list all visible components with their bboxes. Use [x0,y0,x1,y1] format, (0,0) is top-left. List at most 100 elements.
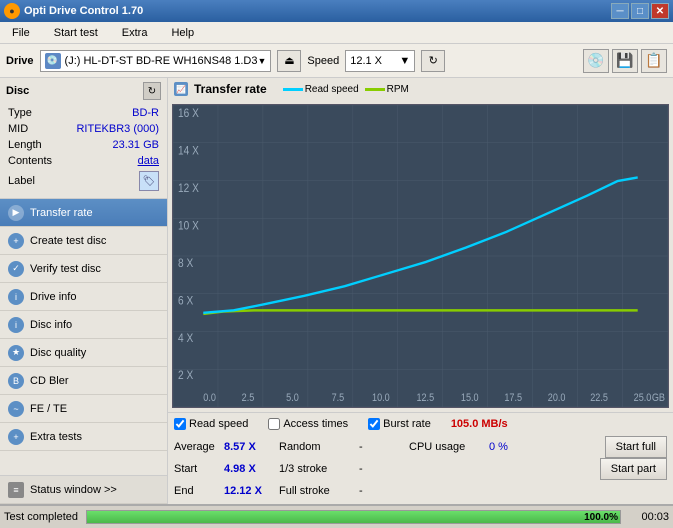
svg-text:14 X: 14 X [178,145,199,158]
svg-text:10.0: 10.0 [372,392,390,404]
end-label: End [174,485,224,497]
legend-rpm: RPM [365,84,409,95]
drive-dropdown-arrow: ▼ [257,56,266,66]
status-window-label: Status window >> [30,484,117,496]
menu-start-test[interactable]: Start test [46,25,106,41]
nav-transfer-rate[interactable]: ▶ Transfer rate [0,199,167,227]
stats-row-3: End 12.12 X Full stroke - [174,480,667,502]
svg-text:4 X: 4 X [178,332,194,345]
toolbar-buttons: 💿 💾 📋 [583,49,667,73]
speed-label: Speed [307,55,339,67]
disc-type-label: Type [8,106,60,120]
disc-info-panel: Disc ↻ Type BD-R MID RITEKBR3 (000) Leng… [0,78,167,199]
nav-disc-quality-label: Disc quality [30,347,86,359]
export-button[interactable]: 📋 [641,49,667,73]
speed-selector[interactable]: 12.1 X ▼ [345,50,415,72]
nav-drive-info[interactable]: i Drive info [0,283,167,311]
svg-text:5.0: 5.0 [286,392,299,404]
disc-quality-icon: ★ [8,345,24,361]
read-speed-cb-label: Read speed [189,418,248,430]
window-controls: ─ □ ✕ [611,3,669,19]
speed-value: 12.1 X [350,55,382,67]
legend-read-speed: Read speed [283,84,359,95]
nav-extra-tests[interactable]: + Extra tests [0,423,167,451]
nav-drive-info-label: Drive info [30,291,76,303]
svg-text:10 X: 10 X [178,220,199,233]
burst-rate-checkbox[interactable] [368,418,380,430]
restore-button[interactable]: □ [631,3,649,19]
nav-cd-bler[interactable]: B CD Bler [0,367,167,395]
time-display: 00:03 [629,511,669,523]
chart-header: 📈 Transfer rate Read speed RPM [168,78,673,100]
random-label: Random [279,441,359,453]
burst-rate-value: 105.0 MB/s [451,418,508,430]
status-window-button[interactable]: ≡ Status window >> [0,476,167,504]
content-area: 📈 Transfer rate Read speed RPM [168,78,673,504]
read-speed-checkbox[interactable] [174,418,186,430]
sidebar-bottom: ≡ Status window >> [0,475,167,504]
access-times-cb-label: Access times [283,418,348,430]
nav-disc-info-label: Disc info [30,319,72,331]
menu-extra[interactable]: Extra [114,25,156,41]
svg-text:GB: GB [652,392,665,404]
svg-text:12 X: 12 X [178,182,199,195]
fe-te-icon: ~ [8,401,24,417]
eject-button[interactable]: ⏏ [277,50,301,72]
disc-length-value: 23.31 GB [62,138,159,152]
menu-file[interactable]: File [4,25,38,41]
nav-create-test-disc[interactable]: + Create test disc [0,227,167,255]
chart-legend: Read speed RPM [283,84,409,95]
legend-read-color [283,88,303,91]
disc-refresh-button[interactable]: ↻ [143,82,161,100]
verify-test-disc-icon: ✓ [8,261,24,277]
legend-read-label: Read speed [305,84,359,95]
disc-contents-value[interactable]: data [62,154,159,168]
svg-text:20.0: 20.0 [548,392,566,404]
access-times-checkbox-item: Access times [268,418,348,430]
read-speed-checkbox-item: Read speed [174,418,248,430]
disc-button[interactable]: 💿 [583,49,609,73]
start-full-button[interactable]: Start full [605,436,667,458]
checkbox-row: Read speed Access times Burst rate 105.0… [168,412,673,434]
disc-label-icon[interactable]: 🏷 [139,171,159,191]
disc-section-title: Disc [6,85,29,97]
random-value: - [359,441,389,453]
nav-disc-quality[interactable]: ★ Disc quality [0,339,167,367]
chart-title: Transfer rate [194,82,267,96]
progress-fill [87,511,620,523]
stroke13-label: 1/3 stroke [279,463,359,475]
menu-help[interactable]: Help [163,25,202,41]
start-part-button[interactable]: Start part [600,458,667,480]
main-area: Disc ↻ Type BD-R MID RITEKBR3 (000) Leng… [0,78,673,504]
speed-refresh-button[interactable]: ↻ [421,50,445,72]
nav-disc-info[interactable]: i Disc info [0,311,167,339]
svg-text:0.0: 0.0 [203,392,216,404]
save-button[interactable]: 💾 [612,49,638,73]
stats-row-2: Start 4.98 X 1/3 stroke - Start part [174,458,667,480]
app-icon: ● [4,3,20,19]
drivebar: Drive 💿 (J:) HL-DT-ST BD-RE WH16NS48 1.D… [0,44,673,78]
close-button[interactable]: ✕ [651,3,669,19]
access-times-checkbox[interactable] [268,418,280,430]
svg-text:16 X: 16 X [178,107,199,120]
end-value: 12.12 X [224,485,279,497]
nav-verify-test-disc-label: Verify test disc [30,263,101,275]
minimize-button[interactable]: ─ [611,3,629,19]
nav-verify-test-disc[interactable]: ✓ Verify test disc [0,255,167,283]
svg-text:2.5: 2.5 [242,392,255,404]
disc-contents-label: Contents [8,154,60,168]
nav-items: ▶ Transfer rate + Create test disc ✓ Ver… [0,199,167,475]
disc-mid-label: MID [8,122,60,136]
disc-mid-value: RITEKBR3 (000) [62,122,159,136]
burst-rate-checkbox-item: Burst rate [368,418,431,430]
cpu-usage-label: CPU usage [409,441,489,453]
disc-info-table: Type BD-R MID RITEKBR3 (000) Length 23.3… [6,104,161,194]
average-value: 8.57 X [224,441,279,453]
stats-row-1: Average 8.57 X Random - CPU usage 0 % St… [174,436,667,458]
progress-bar: 100.0% [86,510,621,524]
drive-selector[interactable]: 💿 (J:) HL-DT-ST BD-RE WH16NS48 1.D3 ▼ [40,50,272,72]
transfer-rate-icon: ▶ [8,205,24,221]
start-label: Start [174,463,224,475]
drive-icon: 💿 [45,53,61,69]
nav-fe-te[interactable]: ~ FE / TE [0,395,167,423]
